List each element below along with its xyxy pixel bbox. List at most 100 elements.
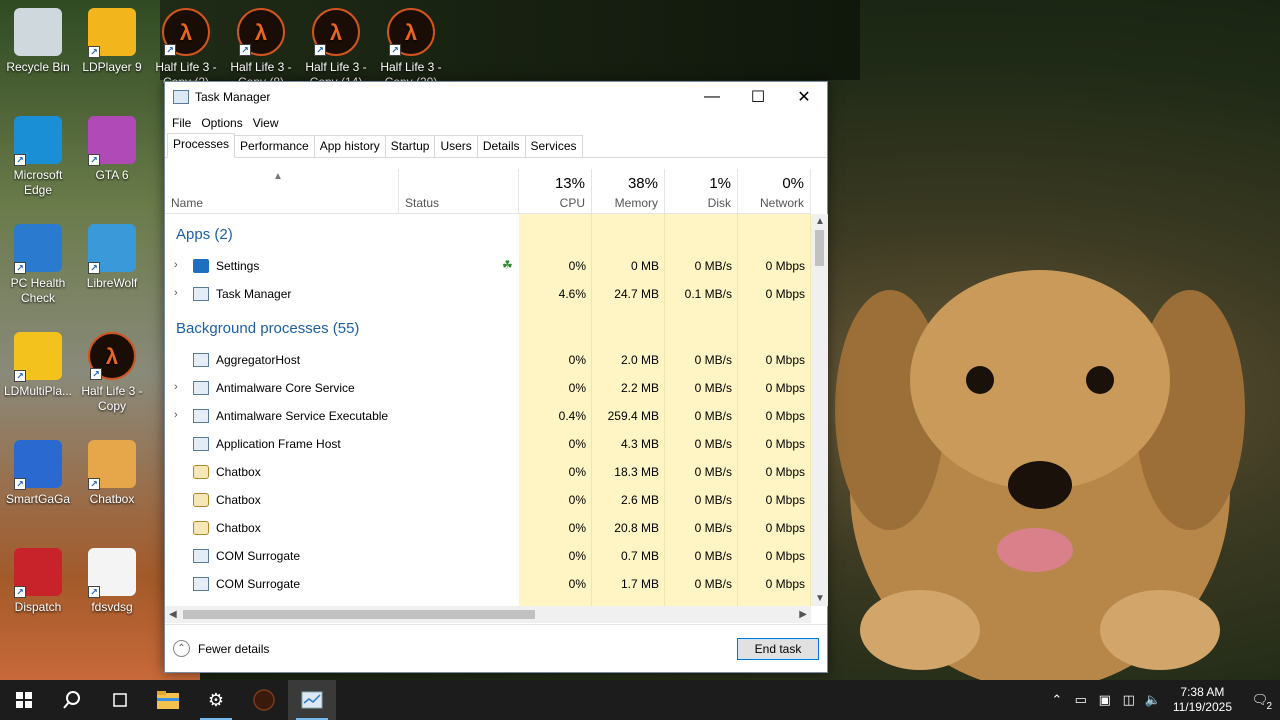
tab-startup[interactable]: Startup (384, 135, 436, 157)
column-header: ▲ Name Status 13% CPU 38% Memory 1% Disk… (165, 169, 811, 214)
cpu-value: 0% (568, 465, 586, 479)
process-row[interactable]: › Settings ☘ 0% 0 MB 0 MB/s 0 Mbps (165, 252, 811, 280)
recycle-bin-icon (14, 8, 62, 56)
desktop-icon[interactable]: ↗ fdsvdsg (74, 548, 150, 615)
close-button[interactable]: ✕ (781, 82, 827, 112)
menu-view[interactable]: View (248, 116, 284, 130)
desktop-icon[interactable]: λ↗Half Life 3 - Copy (2) (148, 8, 224, 90)
column-cpu[interactable]: 13% CPU (519, 169, 592, 214)
disk-value: 0 MB/s (694, 493, 732, 507)
process-row[interactable]: Chatbox 0% 20.8 MB 0 MB/s 0 Mbps (165, 514, 811, 542)
taskbar-file-explorer[interactable] (144, 680, 192, 720)
desktop-icon[interactable]: λ ↗ Half Life 3 - Copy (74, 332, 150, 414)
tab-services[interactable]: Services (524, 135, 583, 157)
process-name: Chatbox (216, 465, 261, 479)
column-network[interactable]: 0% Network (738, 169, 811, 214)
desktop-icon-label: Dispatch (14, 600, 62, 614)
shortcut-arrow-icon: ↗ (88, 154, 100, 166)
vertical-scroll-thumb[interactable] (815, 230, 824, 266)
footer: ⌃ Fewer details End task (165, 624, 827, 672)
chevron-right-icon[interactable]: › (174, 259, 178, 271)
memory-value: 2.6 MB (620, 493, 659, 507)
network-label: Network (759, 196, 804, 210)
desktop-icon-label: PC Health Check (10, 276, 66, 305)
column-memory[interactable]: 38% Memory (592, 169, 665, 214)
desktop-icon[interactable]: ↗ PC Health Check (0, 224, 76, 306)
chevron-right-icon[interactable]: › (174, 287, 178, 299)
volume-muted-icon[interactable]: 🔈 (1141, 692, 1165, 708)
menu-options[interactable]: Options (196, 116, 247, 130)
scroll-left-icon[interactable]: ◀ (169, 609, 177, 620)
cpu-value: 0% (568, 549, 586, 563)
desktop-icon[interactable]: ↗ GTA 6 (74, 116, 150, 183)
shortcut-arrow-icon: ↗ (14, 262, 26, 274)
desktop-icon[interactable]: Recycle Bin (0, 8, 76, 75)
desktop-icon[interactable]: λ↗Half Life 3 - Copy (8) (223, 8, 299, 90)
process-row[interactable]: COM Surrogate 0% 1.7 MB 0 MB/s 0 Mbps (165, 570, 811, 598)
chevron-up-icon[interactable]: ⌃ (1045, 692, 1069, 708)
notification-button[interactable]: 🗨 2 (1240, 692, 1280, 712)
task-view-button[interactable] (96, 680, 144, 720)
shortcut-arrow-icon: ↗ (14, 154, 26, 166)
title-bar[interactable]: Task Manager — ☐ ✕ (165, 82, 827, 112)
cpu-label: CPU (559, 196, 585, 210)
column-status[interactable]: Status (399, 169, 519, 214)
clock[interactable]: 7:38 AM 11/19/2025 (1173, 685, 1232, 715)
horizontal-scroll-thumb[interactable] (183, 610, 535, 619)
desktop-icon-label: GTA 6 (95, 168, 129, 182)
desktop-icon[interactable]: ↗ LDMultiPla... (0, 332, 76, 399)
process-row[interactable]: COM Surrogate 0% 0.7 MB 0 MB/s 0 Mbps (165, 542, 811, 570)
network-percent: 0% (782, 175, 804, 192)
maximize-button[interactable]: ☐ (735, 82, 781, 112)
desktop-icon[interactable]: ↗ Microsoft Edge (0, 116, 76, 198)
column-disk[interactable]: 1% Disk (665, 169, 738, 214)
tab-details[interactable]: Details (476, 135, 526, 157)
horizontal-scrollbar[interactable]: ◀ ▶ (165, 606, 811, 623)
taskbar-half-life[interactable] (240, 680, 288, 720)
process-row[interactable]: Chatbox 0% 2.6 MB 0 MB/s 0 Mbps (165, 486, 811, 514)
taskbar-settings[interactable]: ⚙ (192, 680, 240, 720)
disk-value: 0 MB/s (694, 409, 732, 423)
process-row[interactable]: › Antimalware Core Service 0% 2.2 MB 0 MB/s 0… (165, 374, 811, 402)
search-button[interactable] (48, 680, 96, 720)
tab-users[interactable]: Users (434, 135, 478, 157)
network-value: 0 Mbps (765, 259, 805, 273)
network-icon[interactable]: ◫ (1117, 692, 1141, 708)
process-row[interactable]: › Antimalware Service Executable 0.4% 259.4… (165, 402, 811, 430)
chevron-right-icon[interactable]: › (174, 381, 178, 393)
end-task-button[interactable]: End task (737, 638, 819, 660)
chevron-right-icon[interactable]: › (174, 409, 178, 421)
desktop-icon[interactable]: λ↗Half Life 3 - Copy (20) (373, 8, 449, 90)
tablet-icon[interactable]: ▭ (1069, 692, 1093, 708)
scroll-up-icon[interactable]: ▲ (815, 216, 825, 227)
shortcut-arrow-icon: ↗ (14, 370, 26, 382)
clock-time: 7:38 AM (1180, 685, 1225, 699)
process-row[interactable]: Chatbox 0% 18.3 MB 0 MB/s 0 Mbps (165, 458, 811, 486)
desktop-icon[interactable]: ↗ LDPlayer 9 (74, 8, 150, 75)
desktop-icon[interactable]: ↗ SmartGaGa (0, 440, 76, 507)
desktop-icon[interactable]: ↗ Dispatch (0, 548, 76, 615)
column-name[interactable]: ▲ Name (165, 169, 399, 214)
desktop-icon[interactable]: λ↗Half Life 3 - Copy (14) (298, 8, 374, 90)
tab-app-history[interactable]: App history (313, 135, 386, 157)
process-window-icon (193, 353, 209, 367)
desktop-icon[interactable]: ↗ LibreWolf (74, 224, 150, 291)
half-life-icon (253, 689, 275, 711)
process-row[interactable]: › Task Manager 4.6% 24.7 MB 0.1 MB/s 0 Mbps (165, 280, 811, 308)
half-life-icon: λ ↗ (237, 8, 285, 56)
tab-processes[interactable]: Processes (167, 133, 236, 158)
scroll-down-icon[interactable]: ▼ (815, 593, 825, 604)
shortcut-arrow-icon: ↗ (88, 46, 100, 58)
taskbar-task-manager[interactable] (288, 680, 336, 720)
process-row[interactable]: AggregatorHost 0% 2.0 MB 0 MB/s 0 Mbps (165, 346, 811, 374)
vertical-scrollbar[interactable]: ▲ ▼ (811, 214, 828, 606)
start-button[interactable] (0, 680, 48, 720)
minimize-button[interactable]: — (689, 82, 735, 112)
scroll-right-icon[interactable]: ▶ (799, 609, 807, 620)
process-row[interactable]: Application Frame Host 0% 4.3 MB 0 MB/s 0 Mb… (165, 430, 811, 458)
menu-file[interactable]: File (167, 116, 196, 130)
desktop-icon[interactable]: ↗ Chatbox (74, 440, 150, 507)
security-icon[interactable]: ▣ (1093, 692, 1117, 708)
fewer-details-button[interactable]: ⌃ Fewer details (173, 640, 269, 657)
tab-performance[interactable]: Performance (234, 135, 315, 157)
